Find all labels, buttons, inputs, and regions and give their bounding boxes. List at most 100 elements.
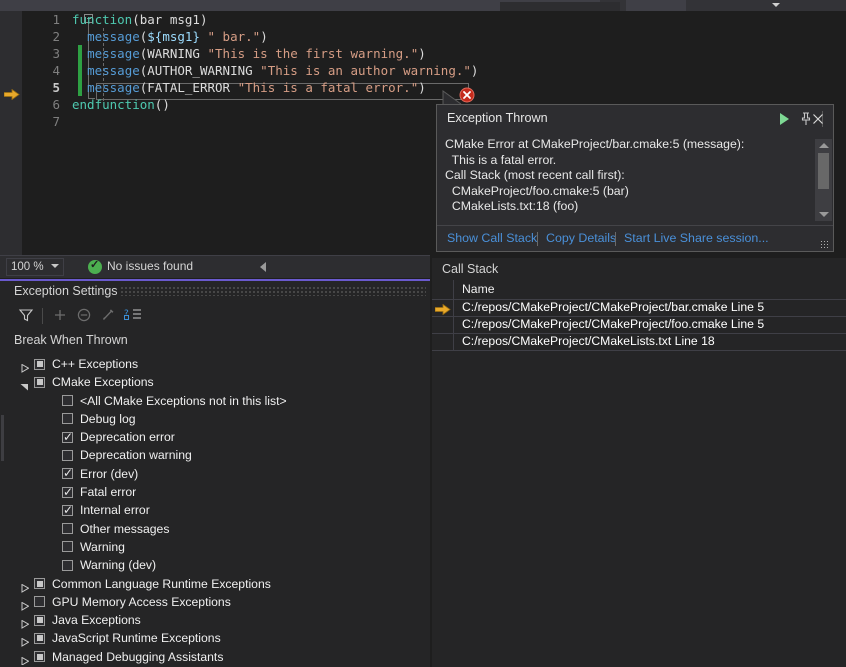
play-triangle-icon[interactable] <box>775 110 793 128</box>
resize-grip-icon[interactable] <box>820 240 830 250</box>
code-token: bar msg1 <box>140 12 200 27</box>
green-check-icon <box>88 260 102 274</box>
scroll-up-icon[interactable] <box>819 143 829 148</box>
tree-row[interactable]: Fatal error <box>0 483 420 501</box>
tree-checkbox[interactable] <box>34 596 45 607</box>
popup-message-line: This is a fatal error. <box>445 153 813 169</box>
line-number: 7 <box>22 113 60 130</box>
code-token: ) <box>418 80 426 95</box>
tree-row-label: GPU Memory Access Exceptions <box>52 593 231 611</box>
exception-settings-title: Exception Settings <box>14 284 118 298</box>
tree-row[interactable]: <All CMake Exceptions not in this list> <box>0 392 420 410</box>
tree-checkbox[interactable] <box>34 615 45 626</box>
tree-row[interactable]: Other messages <box>0 520 420 538</box>
tree-checkbox[interactable] <box>34 651 45 662</box>
editor-indicator-margin[interactable] <box>0 11 22 255</box>
scrollbar-thumb[interactable] <box>818 153 829 189</box>
tree-expander-collapsed-icon[interactable] <box>20 360 29 369</box>
toolbar-separator <box>42 308 43 324</box>
tree-row-label: JavaScript Runtime Exceptions <box>52 629 221 647</box>
copy-details-link[interactable]: Copy Details <box>546 231 616 245</box>
collapse-left-icon[interactable] <box>260 262 266 272</box>
tree-expander-expanded-icon[interactable] <box>20 378 29 387</box>
tree-row[interactable]: Common Language Runtime Exceptions <box>0 575 420 593</box>
exception-settings-titlebar[interactable]: Exception Settings <box>0 281 430 303</box>
tree-checkbox[interactable] <box>62 505 73 516</box>
minus-circle-icon <box>76 307 96 325</box>
code-token <box>72 29 87 44</box>
tree-checkbox[interactable] <box>62 432 73 443</box>
tree-row-label: Debug log <box>80 410 136 428</box>
tree-checkbox[interactable] <box>62 395 73 406</box>
show-call-stack-link[interactable]: Show Call Stack <box>447 231 537 245</box>
tree-row[interactable]: Error (dev) <box>0 465 420 483</box>
exception-thrown-popup: Exception Thrown CMake Error at CMakePro… <box>436 104 834 252</box>
tree-row[interactable]: Debug log <box>0 410 420 428</box>
code-line[interactable]: 1function(bar msg1) <box>22 11 846 28</box>
tree-row[interactable]: JavaScript Runtime Exceptions <box>0 629 420 647</box>
start-live-share-session-link[interactable]: Start Live Share session... <box>624 231 769 245</box>
tree-expander-collapsed-icon[interactable] <box>20 653 29 662</box>
tree-row[interactable]: Deprecation warning <box>0 446 420 464</box>
tree-row-label: C++ Exceptions <box>52 355 138 373</box>
call-stack-row[interactable]: C:/repos/CMakeProject/CMakeProject/foo.c… <box>432 316 846 334</box>
tab-overflow-area[interactable] <box>626 0 686 11</box>
call-stack-column-header[interactable]: Name <box>432 280 846 300</box>
tree-expander-collapsed-icon[interactable] <box>20 634 29 643</box>
chevron-down-icon[interactable] <box>51 264 59 268</box>
code-line[interactable]: 3 message(WARNING "This is the first war… <box>22 45 846 62</box>
scroll-down-icon[interactable] <box>819 212 829 217</box>
code-line[interactable]: 2 message(${msg1} " bar.") <box>22 28 846 45</box>
tree-row[interactable]: Warning (dev) <box>0 556 420 574</box>
tree-checkbox[interactable] <box>62 523 73 534</box>
tree-expander-collapsed-icon[interactable] <box>20 580 29 589</box>
inactive-tab[interactable] <box>500 2 620 11</box>
tree-row[interactable]: C++ Exceptions <box>0 355 420 373</box>
tree-expander-collapsed-icon[interactable] <box>20 616 29 625</box>
code-token: ) <box>471 63 479 78</box>
code-token: ) <box>418 46 426 61</box>
call-stack-row[interactable]: C:/repos/CMakeProject/CMakeProject/bar.c… <box>432 299 846 317</box>
line-number: 2 <box>22 28 60 45</box>
tree-checkbox[interactable] <box>62 487 73 498</box>
tree-row-label: Other messages <box>80 520 169 538</box>
tree-checkbox[interactable] <box>62 541 73 552</box>
code-token: message <box>87 29 140 44</box>
exception-tree[interactable]: C++ ExceptionsCMake Exceptions<All CMake… <box>0 355 420 665</box>
tree-checkbox[interactable] <box>62 560 73 571</box>
popup-message-body: CMake Error at CMakeProject/bar.cmake:5 … <box>445 137 813 221</box>
code-line[interactable]: 5 message(FATAL_ERROR "This is a fatal e… <box>22 79 846 96</box>
tree-checkbox[interactable] <box>62 413 73 424</box>
call-stack-row[interactable]: C:/repos/CMakeProject/CMakeLists.txt Lin… <box>432 333 846 351</box>
tree-row[interactable]: GPU Memory Access Exceptions <box>0 593 420 611</box>
plus-icon <box>52 307 72 325</box>
code-token: endfunction <box>72 97 155 112</box>
funnel-icon[interactable] <box>18 307 38 325</box>
tree-checkbox[interactable] <box>62 468 73 479</box>
tree-checkbox[interactable] <box>34 359 45 370</box>
zoom-level-combobox[interactable]: 100 % <box>6 258 64 276</box>
tree-row[interactable]: Managed Debugging Assistants <box>0 648 420 665</box>
name-column-header[interactable]: Name <box>453 280 846 299</box>
zoom-level-value: 100 % <box>11 261 44 273</box>
tree-row[interactable]: Deprecation error <box>0 428 420 446</box>
tree-row-label: Warning (dev) <box>80 556 156 574</box>
restore-list-icon[interactable]: ? <box>124 307 144 325</box>
code-line[interactable]: 4 message(AUTHOR_WARNING "This is an aut… <box>22 62 846 79</box>
tree-checkbox[interactable] <box>34 578 45 589</box>
tree-checkbox[interactable] <box>34 633 45 644</box>
tree-row[interactable]: Warning <box>0 538 420 556</box>
popup-scrollbar[interactable] <box>815 139 832 221</box>
close-x-icon[interactable] <box>809 110 827 128</box>
code-token: ${msg1} <box>147 29 200 44</box>
tree-row-label: Common Language Runtime Exceptions <box>52 575 271 593</box>
tree-checkbox[interactable] <box>62 450 73 461</box>
tree-row[interactable]: CMake Exceptions <box>0 373 420 391</box>
chevron-down-icon[interactable] <box>770 1 782 10</box>
tree-expander-collapsed-icon[interactable] <box>20 598 29 607</box>
tree-row[interactable]: Java Exceptions <box>0 611 420 629</box>
call-stack-indicator-cell <box>432 299 454 316</box>
tree-row[interactable]: Internal error <box>0 501 420 519</box>
tree-checkbox[interactable] <box>34 377 45 388</box>
popup-message-line: CMake Error at CMakeProject/bar.cmake:5 … <box>445 137 813 153</box>
